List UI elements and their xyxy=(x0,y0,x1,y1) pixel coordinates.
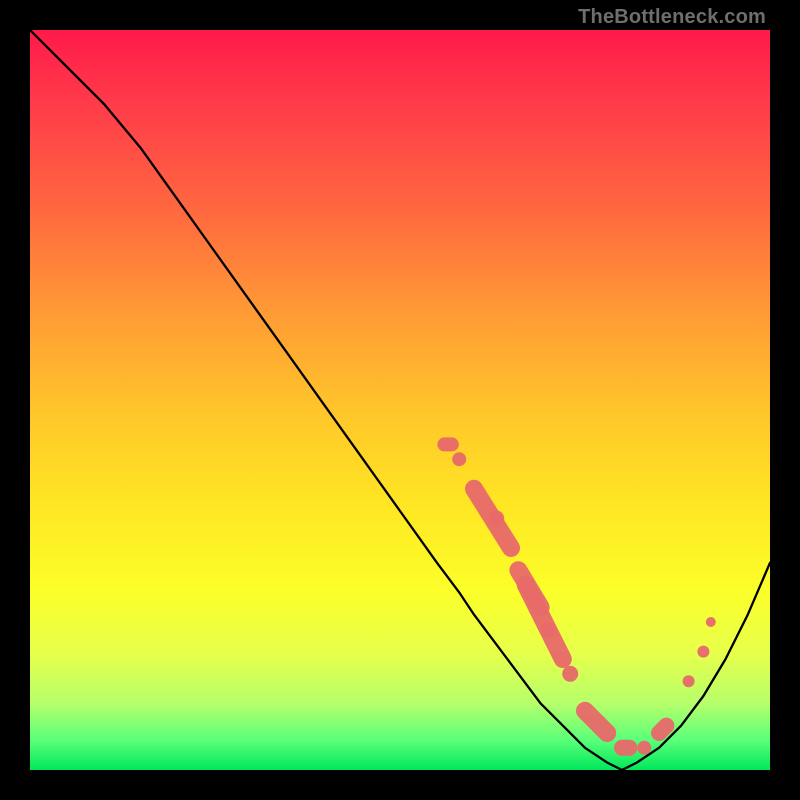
curve-layer xyxy=(30,30,770,770)
marker-segment xyxy=(585,711,607,733)
watermark-text: TheBottleneck.com xyxy=(578,6,766,29)
plot-area xyxy=(30,30,770,770)
chart-container: TheBottleneck.com xyxy=(0,0,800,800)
main-curve xyxy=(30,30,770,770)
marker-group xyxy=(444,444,710,747)
marker-segment xyxy=(659,726,666,733)
